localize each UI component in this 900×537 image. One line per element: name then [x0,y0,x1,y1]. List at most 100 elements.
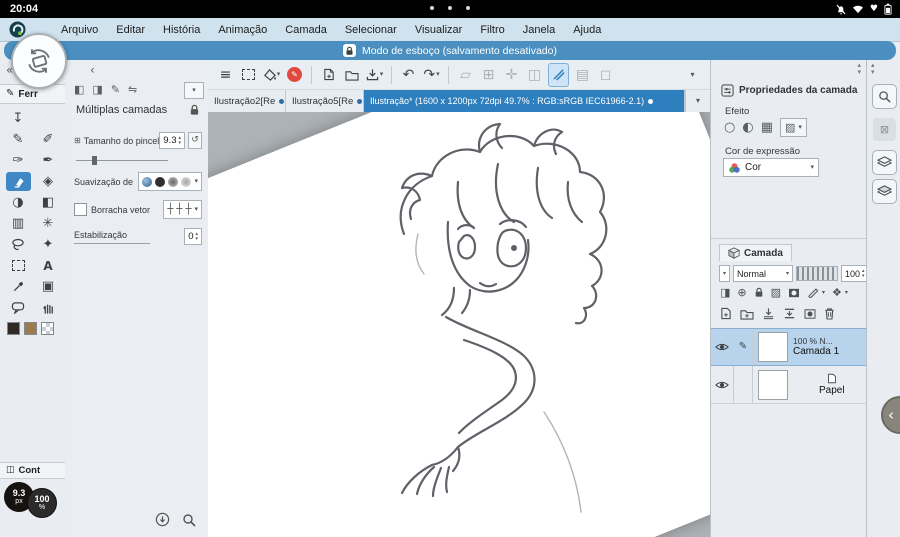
tool-pen[interactable]: ✑ [6,151,31,170]
tool-pencil[interactable]: ✎ [6,130,31,149]
panel-scroll-chevrons[interactable]: ▴ ▾ [857,62,861,76]
layer-property-palette-button[interactable] [872,179,897,204]
layer-visibility-toggle[interactable] [711,329,734,365]
tone-effect-icon[interactable]: ◐ [742,121,753,134]
opacity-badge[interactable]: 100 % [27,488,57,518]
layers-palette-button[interactable] [872,150,897,175]
redo-button[interactable]: ↷ ▾ [422,64,441,86]
enable-mask-icon[interactable] [788,288,800,298]
brush-size-stepper[interactable]: 9.3 ▴ ▾ [159,132,185,149]
collapse-property-panel-button[interactable]: ‹ [90,64,95,76]
sub-color-swatch[interactable] [24,322,37,335]
new-canvas-button[interactable] [319,64,338,86]
document-tab[interactable]: Ilustração5[Re [286,90,364,112]
strip-scroll-chevrons[interactable]: ▴ ▾ [871,62,875,76]
menu-historia[interactable]: História [154,24,209,36]
tool-lasso[interactable] [6,235,31,254]
command-bar-menu-button[interactable]: ▾ [683,64,702,86]
palette-color-dropdown[interactable]: ▾ [719,265,731,282]
selection-launcher-button[interactable] [239,64,258,86]
panel-view-alt-icon[interactable]: ◨ [92,84,102,95]
transparent-color-swatch[interactable] [41,322,54,335]
blend-mode-dropdown[interactable]: Normal ▾ [733,265,794,282]
draw-on-layer-icon[interactable]: ⊕ [737,287,746,298]
property-panel-menu-button[interactable]: ▾ [184,82,204,99]
tool-eyedropper[interactable] [6,277,31,296]
layer-opacity-stepper[interactable]: 100 ▴ ▾ [841,265,869,282]
effect-pattern-dropdown[interactable]: ▨ ▾ [779,118,807,137]
tool-eraser-soft[interactable]: ◈ [36,172,61,191]
tool-hand[interactable] [36,298,61,317]
lock-settings-icon[interactable] [189,104,200,116]
stabilization-stepper[interactable]: 0 ▴ ▾ [184,228,202,245]
layer-opacity-slider[interactable] [796,266,839,281]
menu-camada[interactable]: Camada [276,24,336,36]
clip-to-layer-icon[interactable]: ◨ [720,287,730,298]
main-color-swatch[interactable] [7,322,20,335]
canvas-viewport[interactable] [208,112,710,537]
menu-arquivo[interactable]: Arquivo [52,24,107,36]
delete-layer-icon[interactable] [824,307,835,320]
smoothing-dropdown[interactable]: ▾ [138,172,202,191]
main-menu-button[interactable]: ≡ [216,64,235,86]
transfer-down-icon[interactable] [762,307,775,320]
search-settings-icon[interactable] [182,513,196,527]
open-file-button[interactable] [342,64,361,86]
register-settings-icon[interactable] [155,512,170,527]
panel-view-icon[interactable]: ◧ [74,84,84,95]
tool-balloon[interactable] [6,298,31,317]
search-palette-button[interactable] [872,84,897,109]
lock-alpha-icon[interactable]: ▨ [771,287,781,298]
menu-janela[interactable]: Janela [514,24,564,36]
tool-decoration[interactable]: ✳ [36,214,61,233]
sketch-pen-button[interactable]: ✎ [285,64,304,86]
tool-blend[interactable]: ◑ [6,193,31,212]
reset-value-button[interactable]: ↺ [188,132,202,149]
new-layer-icon[interactable] [720,307,732,320]
lock-layer-icon[interactable] [754,287,764,298]
layer-settings-icon[interactable]: ❖ [832,287,842,298]
layer-visibility-toggle[interactable] [711,366,734,403]
ruler-icon[interactable] [807,287,819,298]
tool-operation[interactable]: ↧ [6,109,31,128]
layer-thumbnail[interactable] [758,332,788,362]
tool-airbrush[interactable]: ✐ [36,130,61,149]
document-tab[interactable]: Ilustração2[Re [208,90,286,112]
layer-row-papel[interactable]: Papel [711,366,867,404]
expression-color-dropdown[interactable]: Cor ▾ [723,158,819,177]
border-effect-icon[interactable]: ○ [724,121,735,134]
menu-animacao[interactable]: Animação [209,24,276,36]
menu-selecionar[interactable]: Selecionar [336,24,406,36]
tool-wand[interactable]: ✦ [36,235,61,254]
slider-handle[interactable] [92,156,97,165]
merge-down-icon[interactable] [783,307,796,320]
edit-subtool-icon[interactable]: ✎ [111,84,120,95]
fill-command-button[interactable]: ▾ [262,64,281,86]
menu-filtro[interactable]: Filtro [471,24,513,36]
tool-gradient[interactable]: ▥ [6,214,31,233]
tool-marker[interactable]: ✒ [36,151,61,170]
step-down-icon[interactable]: ▾ [195,236,198,242]
save-button[interactable]: ▾ [365,64,384,86]
layer-panel-tab[interactable]: Camada [719,244,792,261]
snap-to-ruler-button-active[interactable] [548,62,569,87]
menu-ajuda[interactable]: Ajuda [564,24,610,36]
tool-text[interactable]: A [36,256,61,275]
step-down-icon[interactable]: ▾ [862,273,865,279]
new-folder-icon[interactable] [740,308,754,320]
transfer-settings-icon[interactable]: ⇋ [128,84,137,95]
tool-fill[interactable]: ◧ [36,193,61,212]
undo-button[interactable]: ↶ [399,64,418,86]
menu-visualizar[interactable]: Visualizar [406,24,472,36]
vector-eraser-checkbox[interactable] [74,203,87,216]
document-tab-active[interactable]: Ilustração* (1600 x 1200px 72dpi 49.7% :… [364,90,685,112]
apply-mask-icon[interactable] [804,308,816,319]
brush-size-slider[interactable] [76,156,168,165]
tool-frame[interactable]: ▣ [36,277,61,296]
screen-effect-icon[interactable]: ▦ [761,121,773,134]
tool-selection[interactable] [6,256,31,275]
vector-eraser-mode-dropdown[interactable]: ┼ ┼ ┼ ▾ [163,200,202,219]
step-down-icon[interactable]: ▾ [178,140,181,146]
tab-list-button[interactable]: ▾ [685,90,710,112]
brush-size-option-icon[interactable]: ⊞ [74,136,81,145]
